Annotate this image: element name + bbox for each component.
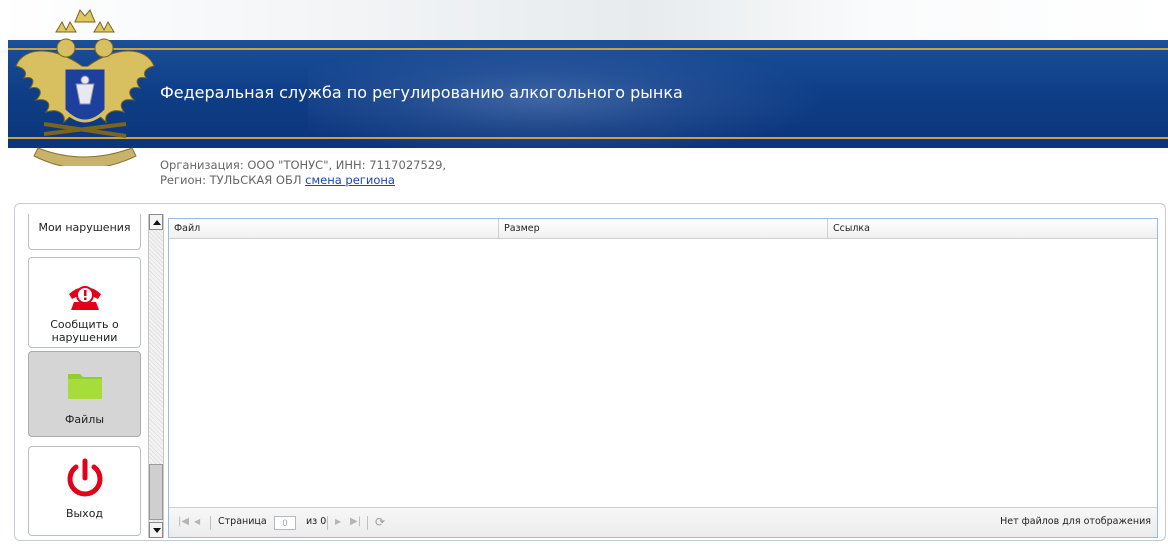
region-label: Регион: ТУЛЬСКАЯ ОБЛ (160, 173, 302, 187)
sidebar-item-exit[interactable]: Выход (28, 446, 141, 536)
phone-alert-icon (68, 286, 101, 310)
first-page-icon[interactable]: |◀ (178, 508, 189, 538)
organization-line: Организация: ООО "ТОНУС", ИНН: 711702752… (160, 158, 447, 172)
folder-icon (67, 374, 102, 399)
page-label: Страница (218, 516, 267, 527)
sidebar-item-my-violations[interactable]: Мои нарушения (28, 214, 141, 250)
pager-status: Нет файлов для отображения (1000, 516, 1151, 527)
organization-info: Организация: ООО "ТОНУС", ИНН: 711702752… (160, 158, 446, 188)
previous-page-icon[interactable]: ◀ (194, 508, 200, 538)
refresh-icon[interactable]: ⟳ (375, 508, 385, 538)
grid-header: Файл Размер Ссылка (169, 219, 1157, 239)
sidebar-item-label: Файлы (64, 413, 105, 426)
pager-separator (367, 516, 368, 530)
sidebar-item-label: Мои нарушения (38, 221, 131, 234)
pager-separator (327, 516, 328, 530)
main-panel: Мои нарушения Сообщить о нарушении Файлы… (14, 203, 1166, 541)
column-header-link[interactable]: Ссылка (828, 219, 1157, 239)
double-headed-eagle-emblem-icon (15, 9, 155, 166)
sidebar-item-report-violation[interactable]: Сообщить о нарушении (28, 257, 141, 348)
sidebar-scrollbar[interactable] (148, 214, 164, 538)
files-grid: Файл Размер Ссылка |◀ ◀ Страница из 0 ▶ … (168, 218, 1158, 538)
page-title: Федеральная служба по регулированию алко… (160, 83, 683, 102)
header-top-strip (0, 0, 1168, 40)
region-line: Регион: ТУЛЬСКАЯ ОБЛ смена региона (160, 173, 446, 188)
banner-gold-line-bottom (8, 137, 1168, 139)
change-region-link[interactable]: смена региона (305, 173, 395, 187)
column-header-size[interactable]: Размер (499, 219, 828, 239)
power-icon (67, 458, 102, 497)
sidebar-item-label: Выход (65, 507, 104, 520)
sidebar-item-label: Сообщить о нарушении (50, 318, 119, 344)
sidebar-item-files[interactable]: Файлы (28, 351, 141, 437)
last-page-icon[interactable]: ▶| (350, 508, 361, 538)
page-count-label: из 0 (306, 516, 327, 527)
pager-separator (210, 516, 211, 530)
banner-gold-line-top (8, 48, 1168, 50)
scroll-down-button[interactable] (149, 522, 163, 538)
grid-pager: |◀ ◀ Страница из 0 ▶ ▶| ⟳ Нет файлов для… (169, 507, 1157, 537)
column-header-file[interactable]: Файл (169, 219, 499, 239)
page-number-input[interactable] (274, 516, 296, 530)
scroll-thumb[interactable] (149, 464, 163, 520)
next-page-icon[interactable]: ▶ (335, 508, 341, 538)
grid-body (169, 239, 1157, 507)
scroll-up-button[interactable] (149, 214, 163, 230)
